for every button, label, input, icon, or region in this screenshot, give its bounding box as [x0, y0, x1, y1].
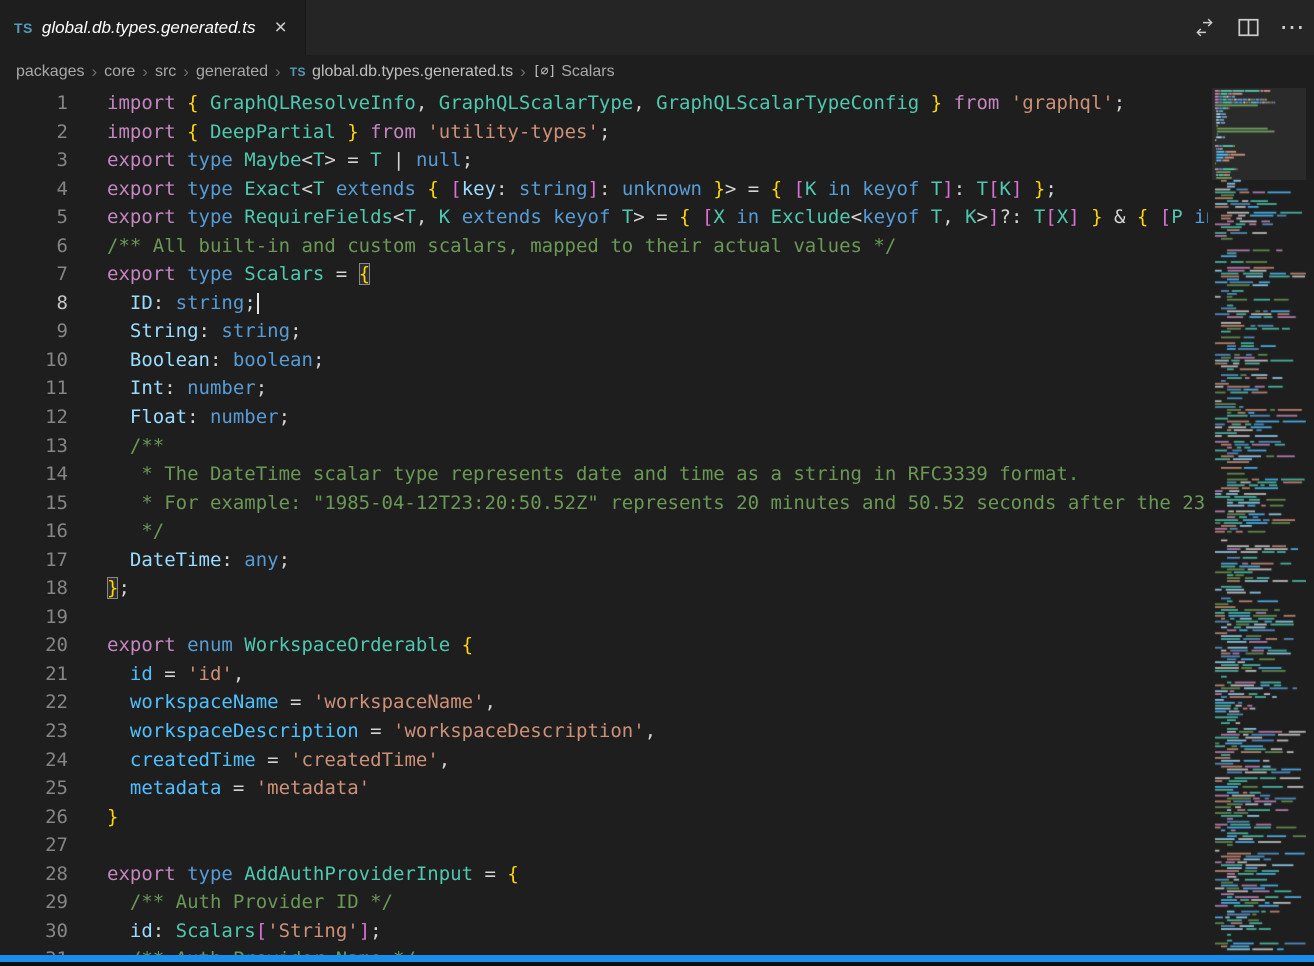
more-actions-icon[interactable]: ⋯: [1278, 14, 1306, 42]
line-number: 13: [0, 432, 68, 461]
line-number: 27: [0, 831, 68, 860]
breadcrumb-separator-icon: ›: [92, 62, 98, 82]
line-number: 6: [0, 232, 68, 261]
line-number: 7: [0, 260, 68, 289]
code-line[interactable]: import { DeepPartial } from 'utility-typ…: [107, 118, 1208, 147]
line-number: 10: [0, 346, 68, 375]
breadcrumb-item-core[interactable]: core: [104, 63, 135, 81]
code-line[interactable]: Boolean: boolean;: [107, 346, 1208, 375]
tab-global-db-types-generated[interactable]: TS global.db.types.generated.ts ×: [0, 0, 306, 55]
code-line[interactable]: metadata = 'metadata': [107, 774, 1208, 803]
line-number: 16: [0, 517, 68, 546]
line-number: 12: [0, 403, 68, 432]
line-number: 17: [0, 546, 68, 575]
line-number: 2: [0, 118, 68, 147]
line-number: 25: [0, 774, 68, 803]
line-number: 22: [0, 688, 68, 717]
code-line[interactable]: workspaceDescription = 'workspaceDescrip…: [107, 717, 1208, 746]
tab-title: global.db.types.generated.ts: [42, 18, 256, 38]
line-number: 15: [0, 489, 68, 518]
line-number: 29: [0, 888, 68, 917]
breadcrumb-item-symbol[interactable]: Scalars: [561, 63, 614, 81]
line-number: 18: [0, 574, 68, 603]
code-line[interactable]: ID: string;: [107, 289, 1208, 318]
code-line[interactable]: export enum WorkspaceOrderable {: [107, 631, 1208, 660]
code-line[interactable]: * For example: "1985-04-12T23:20:50.52Z"…: [107, 489, 1208, 518]
code-line[interactable]: DateTime: any;: [107, 546, 1208, 575]
code-line[interactable]: export type Maybe<T> = T | null;: [107, 146, 1208, 175]
breadcrumb-item-packages[interactable]: packages: [16, 63, 85, 81]
line-number: 8: [0, 289, 68, 318]
line-number: 28: [0, 860, 68, 889]
line-number: 20: [0, 631, 68, 660]
typescript-file-icon: TS: [290, 65, 306, 79]
line-number: 5: [0, 203, 68, 232]
breadcrumb-separator-icon: ›: [275, 62, 281, 82]
minimap-canvas: [1212, 88, 1306, 956]
code-line[interactable]: String: string;: [107, 317, 1208, 346]
code-line[interactable]: export type RequireFields<T, K extends k…: [107, 203, 1208, 232]
close-tab-icon[interactable]: ×: [271, 16, 291, 39]
gutter[interactable]: 1234567891011121314151617181920212223242…: [0, 89, 68, 956]
line-number: 21: [0, 660, 68, 689]
line-number: 23: [0, 717, 68, 746]
minimap-slider[interactable]: [1212, 88, 1306, 180]
breadcrumb-item-src[interactable]: src: [155, 63, 176, 81]
code-lines[interactable]: import { GraphQLResolveInfo, GraphQLScal…: [107, 89, 1208, 956]
tab-bar: TS global.db.types.generated.ts × ⋯: [0, 0, 1314, 55]
breadcrumb-item-file[interactable]: global.db.types.generated.ts: [312, 63, 513, 81]
code-line[interactable]: }: [107, 803, 1208, 832]
symbol-type-icon: [∅]: [533, 64, 556, 79]
line-number: 24: [0, 746, 68, 775]
open-changes-icon[interactable]: [1190, 14, 1218, 42]
breadcrumb-separator-icon: ›: [142, 62, 148, 82]
line-number: 14: [0, 460, 68, 489]
breadcrumb-item-generated[interactable]: generated: [196, 63, 268, 81]
code-line[interactable]: workspaceName = 'workspaceName',: [107, 688, 1208, 717]
code-line[interactable]: id = 'id',: [107, 660, 1208, 689]
breadcrumb: packages › core › src › generated › TS global.db.…: [0, 55, 1314, 88]
line-number: 30: [0, 917, 68, 946]
line-number: 19: [0, 603, 68, 632]
code-line[interactable]: import { GraphQLResolveInfo, GraphQLScal…: [107, 89, 1208, 118]
typescript-file-icon: TS: [14, 20, 33, 36]
code-line[interactable]: createdTime = 'createdTime',: [107, 746, 1208, 775]
line-number: 11: [0, 374, 68, 403]
breadcrumb-separator-icon: ›: [520, 62, 526, 82]
line-number: 1: [0, 89, 68, 118]
line-number: 26: [0, 803, 68, 832]
window-bottom-edge: [0, 962, 1314, 966]
code-line[interactable]: export type Exact<T extends { [key: stri…: [107, 175, 1208, 204]
code-line[interactable]: /**: [107, 432, 1208, 461]
code-line[interactable]: [107, 831, 1208, 860]
code-line[interactable]: Int: number;: [107, 374, 1208, 403]
code-line[interactable]: /** Auth Provider ID */: [107, 888, 1208, 917]
line-number: 4: [0, 175, 68, 204]
code-line[interactable]: * The DateTime scalar type represents da…: [107, 460, 1208, 489]
code-line[interactable]: };: [107, 574, 1208, 603]
split-editor-icon[interactable]: [1234, 14, 1262, 42]
line-number: 9: [0, 317, 68, 346]
breadcrumb-separator-icon: ›: [183, 62, 189, 82]
code-line[interactable]: /** All built-in and custom scalars, map…: [107, 232, 1208, 261]
code-line[interactable]: export type AddAuthProviderInput = {: [107, 860, 1208, 889]
code-line[interactable]: export type Scalars = {: [107, 260, 1208, 289]
code-line[interactable]: Float: number;: [107, 403, 1208, 432]
editor: 1234567891011121314151617181920212223242…: [0, 88, 1314, 956]
code-line[interactable]: id: Scalars['String'];: [107, 917, 1208, 946]
code-line[interactable]: [107, 603, 1208, 632]
status-bar-strip: [0, 955, 1314, 962]
line-number: 3: [0, 146, 68, 175]
editor-actions: ⋯: [1190, 0, 1306, 55]
text-cursor: [257, 293, 259, 314]
code-line[interactable]: */: [107, 517, 1208, 546]
minimap[interactable]: [1212, 88, 1306, 956]
